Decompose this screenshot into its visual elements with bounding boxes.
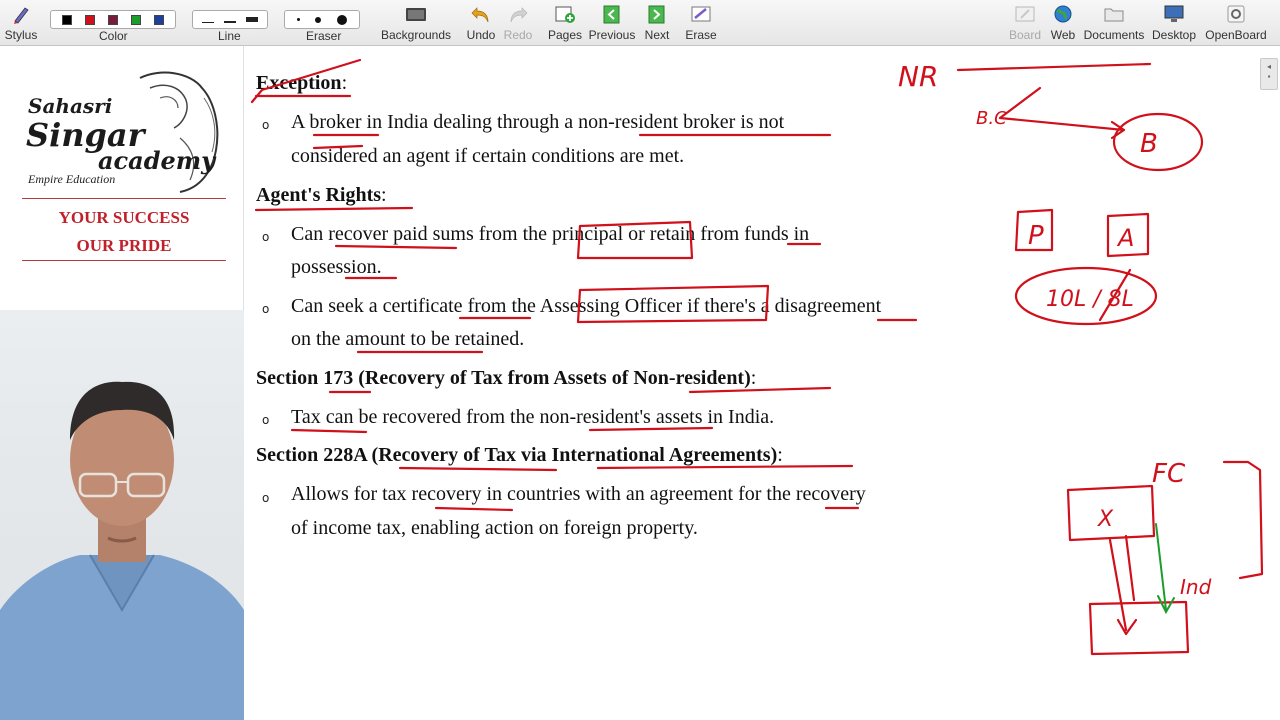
color-swatch-black[interactable] [61,14,72,25]
section-173-bullet: Tax can be recovered from the non-reside… [291,406,775,428]
next-button[interactable]: Next [640,0,674,46]
redo-button[interactable]: Redo [501,0,535,46]
eraser-large[interactable] [337,14,348,25]
redo-icon [510,7,528,23]
line-thick[interactable] [246,17,258,22]
logo-divider-bottom [22,260,226,261]
board-icon [1015,6,1035,22]
color-picker [50,10,176,29]
logo-tagline: Empire Education [28,172,116,186]
exception-bullet-line-2: considered an agent if certain condition… [291,145,685,167]
whiteboard-slide: Exception: o A broker in India dealing t… [244,46,1256,720]
stylus-button[interactable]: Stylus [2,0,40,46]
next-page-icon [648,5,665,24]
logo-divider-top [22,198,226,199]
eraser-medium[interactable] [315,16,322,23]
previous-page-icon [603,5,620,24]
agent-rights-heading: Agent's Rights: [256,184,387,206]
exception-bullet-line-1: A broker in India dealing through a non-… [291,111,785,133]
section-228a-bullet-line-1: Allows for tax recovery in countries wit… [291,483,866,505]
right-panel-toggle[interactable]: ◂ ▪ [1260,58,1278,90]
slogan-line-2: OUR PRIDE [76,236,172,255]
bullet-marker: o [262,302,270,316]
bullet-marker: o [262,118,270,132]
section-173-heading: Section 173 (Recovery of Tax from Assets… [256,367,757,389]
erase-page-icon [691,6,711,22]
rights-bullet-1-line-2: possession. [291,256,382,278]
logo-line-academy: academy [98,146,216,175]
color-swatch-maroon[interactable] [107,14,118,25]
openboard-menu-button[interactable]: OpenBoard [1204,0,1268,46]
line-label: Line [218,29,241,43]
toolbar: Stylus Color Line Eraser Backgrounds Und… [0,0,1280,46]
color-swatch-red[interactable] [84,14,95,25]
backgrounds-button[interactable]: Backgrounds [378,0,454,46]
logo-panel: Sahasri Singar academy Empire Education … [0,46,244,310]
line-medium[interactable] [224,17,236,23]
bullet-marker: o [262,230,270,244]
section-228a-heading: Section 228A (Recovery of Tax via Intern… [256,444,783,466]
erase-button[interactable]: Erase [682,0,720,46]
board-button[interactable]: Board [1008,0,1042,46]
color-swatch-green[interactable] [131,14,142,25]
bullet-marker: o [262,413,270,427]
add-page-icon [555,6,575,23]
presenter-webcam [0,310,244,720]
bullet-marker: o [262,491,270,505]
stylus-icon [14,7,29,24]
line-width-picker [192,10,268,29]
desktop-monitor-icon [1164,5,1184,22]
eraser-label: Eraser [306,29,342,43]
documents-button[interactable]: Documents [1082,0,1146,46]
rights-bullet-2-line-2: on the amount to be retained. [291,328,525,350]
desktop-button[interactable]: Desktop [1150,0,1198,46]
documents-folder-icon [1104,8,1124,22]
presenter-figure [0,381,244,720]
undo-icon [471,7,489,23]
line-thin[interactable] [202,17,214,23]
slogan-line-1: YOUR SUCCESS [58,208,190,227]
pages-button[interactable]: Pages [546,0,584,46]
previous-button[interactable]: Previous [588,0,636,46]
undo-button[interactable]: Undo [464,0,498,46]
eraser-size-picker [284,10,360,29]
gear-icon [1227,5,1245,23]
logo-line-sahasri: Sahasri [28,94,113,118]
eraser-small[interactable] [296,18,300,21]
rights-bullet-2-line-1: Can seek a certificate from the Assessin… [291,295,882,317]
color-label: Color [99,29,128,43]
backgrounds-icon [406,8,426,21]
color-swatch-blue[interactable] [154,14,165,25]
exception-heading: Exception: [256,72,348,94]
rights-bullet-1-line-1: Can recover paid sums from the principal… [291,223,810,245]
web-button[interactable]: Web [1046,0,1080,46]
section-228a-bullet-line-2: of income tax, enabling action on foreig… [291,517,698,539]
web-globe-icon [1054,5,1072,23]
